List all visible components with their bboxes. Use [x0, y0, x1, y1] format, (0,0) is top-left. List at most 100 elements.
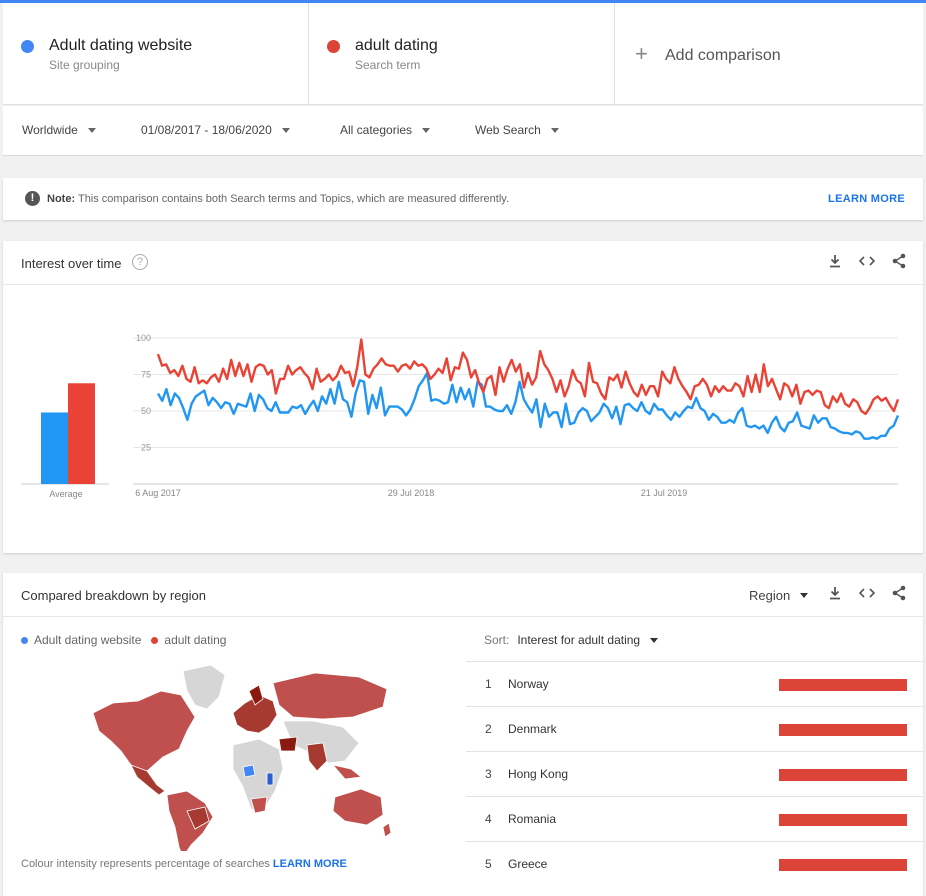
- legend-dot-2: [151, 636, 159, 644]
- rank-number: 4: [485, 812, 492, 826]
- interest-bar: [779, 769, 907, 781]
- map-southeast-asia[interactable]: [331, 764, 362, 780]
- map-greenland: [182, 664, 226, 710]
- map-india[interactable]: [306, 742, 328, 772]
- interest-bar: [779, 679, 907, 691]
- category-filter-dropdown[interactable]: All categories: [340, 123, 431, 137]
- term-2-color-dot: [327, 40, 340, 53]
- average-bar-1[interactable]: [41, 412, 68, 484]
- term-2-name[interactable]: adult dating: [355, 37, 438, 55]
- rank-number: 1: [485, 677, 492, 691]
- share-icon[interactable]: [889, 253, 909, 273]
- list-item[interactable]: 5 Greece: [466, 841, 923, 886]
- map-kenya[interactable]: [266, 772, 274, 786]
- search-type-filter-value: Web Search: [475, 123, 541, 137]
- date-filter-dropdown[interactable]: 01/08/2017 - 18/06/2020: [141, 123, 290, 137]
- interest-chart: Average 100 75 50 25 6 Aug 2017 29 Jul 2018 21…: [21, 333, 900, 499]
- y-tick-label: 25: [141, 443, 151, 453]
- map-learn-more-link[interactable]: LEARN MORE: [273, 858, 347, 870]
- interest-over-time-card: Interest over time ? Average 100 75 50 25 6 …: [3, 241, 923, 553]
- rank-number: 3: [485, 767, 492, 781]
- note-body: This comparison contains both Search ter…: [77, 193, 510, 205]
- interest-card-header: Interest over time ?: [3, 241, 923, 285]
- legend-item-1: Adult dating website: [34, 633, 142, 647]
- interest-title: Interest over time: [21, 256, 122, 271]
- map-north-america[interactable]: [92, 690, 196, 780]
- list-item[interactable]: 1 Norway: [466, 661, 923, 706]
- series-line-1[interactable]: [156, 371, 900, 440]
- sort-value: Interest for adult dating: [517, 633, 641, 647]
- sort-label: Sort:: [484, 633, 510, 647]
- region-card-header: Compared breakdown by region Region: [3, 573, 923, 617]
- country-name: Greece: [508, 857, 548, 871]
- list-item[interactable]: 3 Hong Kong: [466, 751, 923, 796]
- country-name: Denmark: [508, 722, 557, 736]
- map-nigeria[interactable]: [242, 764, 256, 778]
- add-comparison-label: Add comparison: [665, 47, 781, 64]
- x-tick-label: 29 Jul 2018: [388, 488, 435, 498]
- chart-lines: [156, 338, 900, 440]
- y-tick-label: 50: [141, 406, 151, 416]
- region-title: Compared breakdown by region: [21, 588, 206, 603]
- note-learn-more-link[interactable]: LEARN MORE: [828, 193, 905, 205]
- x-tick-label: 6 Aug 2017: [135, 488, 181, 498]
- region-level-dropdown[interactable]: Region: [749, 588, 809, 603]
- note-text: Note: This comparison contains both Sear…: [47, 193, 509, 205]
- list-item[interactable]: 4 Romania: [466, 796, 923, 841]
- region-filter-value: Worldwide: [22, 123, 78, 137]
- average-label: Average: [49, 489, 82, 499]
- comparison-note: ! Note: This comparison contains both Se…: [3, 178, 923, 220]
- term-1-name[interactable]: Adult dating website: [49, 37, 192, 55]
- list-item[interactable]: 2 Denmark: [466, 706, 923, 751]
- region-level-value: Region: [749, 588, 791, 603]
- download-icon[interactable]: [825, 585, 845, 605]
- interest-bar: [779, 814, 907, 826]
- interest-bar: [779, 859, 907, 871]
- world-map[interactable]: [83, 661, 413, 851]
- rank-number: 5: [485, 857, 492, 871]
- chart-grid: 100 75 50 25 6 Aug 2017 29 Jul 2018 21 Jul 201…: [133, 333, 898, 498]
- embed-icon[interactable]: [857, 585, 877, 605]
- sort-control[interactable]: Sort: Interest for adult dating: [484, 633, 659, 647]
- map-australia[interactable]: [332, 788, 384, 826]
- map-south-africa[interactable]: [250, 796, 268, 814]
- region-filter-dropdown[interactable]: Worldwide: [22, 123, 96, 137]
- region-breakdown-card: Compared breakdown by region Region Adul…: [3, 573, 923, 896]
- x-tick-label: 21 Jul 2019: [641, 488, 688, 498]
- chevron-down-icon: [422, 127, 431, 133]
- chevron-down-icon: [800, 593, 809, 598]
- category-filter-value: All categories: [340, 123, 413, 137]
- term-card-1[interactable]: Adult dating website Site grouping: [3, 3, 309, 105]
- comparison-terms-bar: Adult dating website Site grouping adult…: [3, 3, 923, 105]
- legend-item-2: adult dating: [164, 633, 227, 647]
- term-1-type: Site grouping: [49, 58, 120, 72]
- share-icon[interactable]: [889, 585, 909, 605]
- chevron-down-icon: [281, 127, 290, 133]
- term-card-2[interactable]: adult dating Search term: [309, 3, 615, 105]
- y-tick-label: 100: [136, 333, 151, 343]
- search-type-filter-dropdown[interactable]: Web Search: [475, 123, 559, 137]
- legend-dot-1: [21, 636, 28, 644]
- add-comparison-button[interactable]: + Add comparison: [615, 3, 923, 105]
- embed-icon[interactable]: [857, 253, 877, 273]
- rank-number: 2: [485, 722, 492, 736]
- map-new-zealand[interactable]: [382, 822, 392, 838]
- map-middle-east[interactable]: [278, 736, 298, 752]
- series-line-2[interactable]: [156, 338, 900, 416]
- note-bold-label: Note:: [47, 193, 76, 205]
- map-footer-text: Colour intensity represents percentage o…: [21, 858, 270, 870]
- region-ranking-list: 1 Norway 2 Denmark 3 Hong Kong 4 Romania…: [466, 661, 923, 886]
- interest-bar: [779, 724, 907, 736]
- info-icon: !: [25, 191, 40, 206]
- map-russia[interactable]: [272, 672, 388, 720]
- question-icon[interactable]: ?: [132, 254, 148, 270]
- country-name: Norway: [508, 677, 549, 691]
- country-name: Hong Kong: [508, 767, 569, 781]
- download-icon[interactable]: [825, 253, 845, 273]
- term-2-type: Search term: [355, 58, 421, 72]
- chevron-down-icon: [87, 127, 96, 133]
- average-bar-2[interactable]: [68, 383, 95, 484]
- plus-icon: +: [635, 41, 648, 66]
- map-legend: Adult dating website adult dating: [21, 633, 226, 647]
- date-filter-value: 01/08/2017 - 18/06/2020: [141, 123, 272, 137]
